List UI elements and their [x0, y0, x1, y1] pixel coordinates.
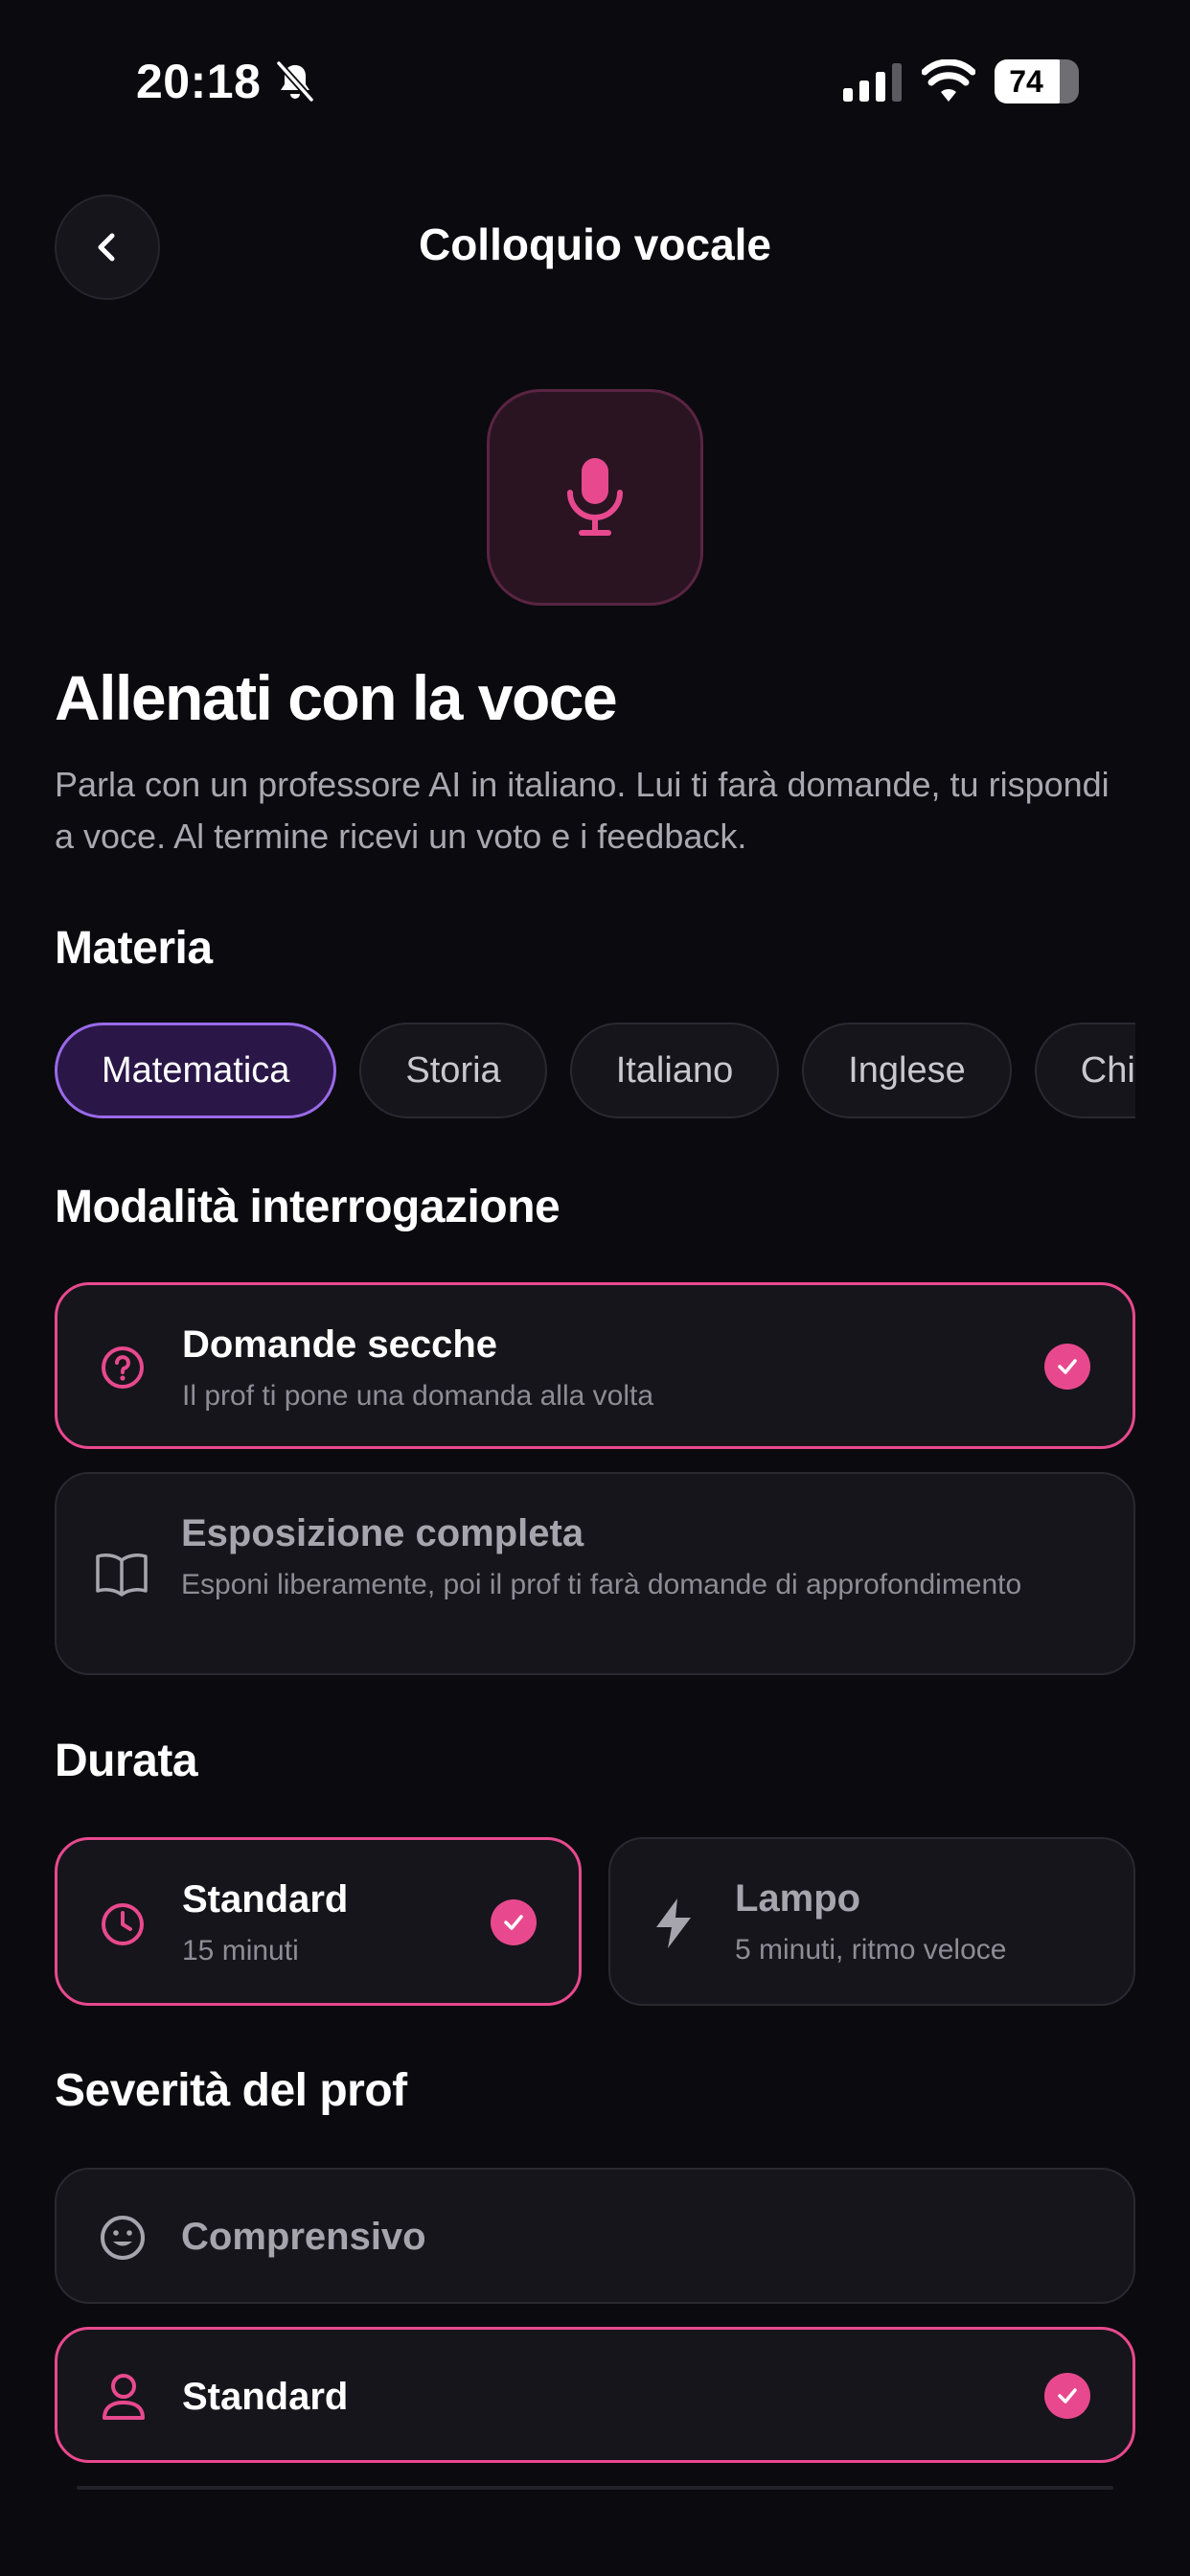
option-esposizione-completa[interactable]: Esposizione completa Esponi liberamente,…: [55, 1472, 1135, 1675]
option-title: Standard: [182, 1878, 349, 1920]
chip-storia[interactable]: Storia: [359, 1023, 547, 1118]
subject-chip-list[interactable]: Matematica Storia Italiano Inglese Chimi…: [55, 1023, 1135, 1122]
section-title-modalita: Modalità interrogazione: [55, 1182, 561, 1232]
next-option-edge: [77, 2486, 1113, 2490]
chip-italiano[interactable]: Italiano: [569, 1023, 780, 1118]
check-icon: [1044, 2373, 1090, 2419]
chip-matematica[interactable]: Matematica: [55, 1023, 337, 1118]
option-title: Lampo: [735, 1877, 861, 1920]
option-subtitle: Esponi liberamente, poi il prof ti farà …: [181, 1569, 1022, 1600]
hero-title: Allenati con la voce: [55, 662, 618, 733]
wifi-icon: [922, 59, 975, 102]
page-title: Colloquio vocale: [418, 219, 772, 269]
option-subtitle: Il prof ti pone una domanda alla volta: [182, 1380, 653, 1412]
option-domande-secche[interactable]: Domande secche Il prof ti pone una doman…: [55, 1282, 1135, 1449]
section-title-durata: Durata: [55, 1736, 198, 1786]
option-title: Comprensivo: [181, 2216, 426, 2258]
option-subtitle: 5 minuti, ritmo veloce: [735, 1934, 1007, 1966]
option-title: Domande secche: [182, 1323, 498, 1366]
bell-muted-icon: [276, 60, 314, 103]
open-book-icon: [96, 1553, 148, 1597]
clock-icon: [102, 1903, 144, 1945]
microphone-badge: [487, 389, 703, 606]
battery-icon: 74: [995, 59, 1079, 105]
option-title: Standard: [182, 2376, 349, 2418]
option-severita-standard[interactable]: Standard: [55, 2327, 1135, 2463]
person-icon: [103, 2374, 145, 2420]
smiley-face-icon: [101, 2216, 145, 2260]
chip-inglese[interactable]: Inglese: [802, 1023, 1012, 1118]
section-title-severita: Severità del prof: [55, 2065, 407, 2116]
question-circle-icon: [102, 1346, 144, 1389]
hero-description: Parla con un professore AI in italiano. …: [55, 765, 1110, 856]
option-durata-standard[interactable]: Standard 15 minuti: [55, 1837, 582, 2006]
check-icon: [1044, 1344, 1090, 1390]
option-severita-comprensivo[interactable]: Comprensivo: [55, 2168, 1135, 2304]
option-durata-lampo[interactable]: Lampo 5 minuti, ritmo veloce: [608, 1837, 1135, 2006]
section-title-materia: Materia: [55, 923, 213, 974]
status-time: 20:18: [136, 55, 262, 108]
chip-chimica[interactable]: Chimica: [1034, 1023, 1135, 1118]
check-icon: [491, 1899, 537, 1945]
lightning-icon: [656, 1898, 691, 1948]
battery-level: 74: [1009, 64, 1043, 99]
option-title: Esposizione completa: [181, 1512, 584, 1554]
cellular-signal-icon: [843, 63, 902, 102]
option-subtitle: 15 minuti: [182, 1935, 299, 1966]
microphone-icon: [567, 458, 623, 536]
